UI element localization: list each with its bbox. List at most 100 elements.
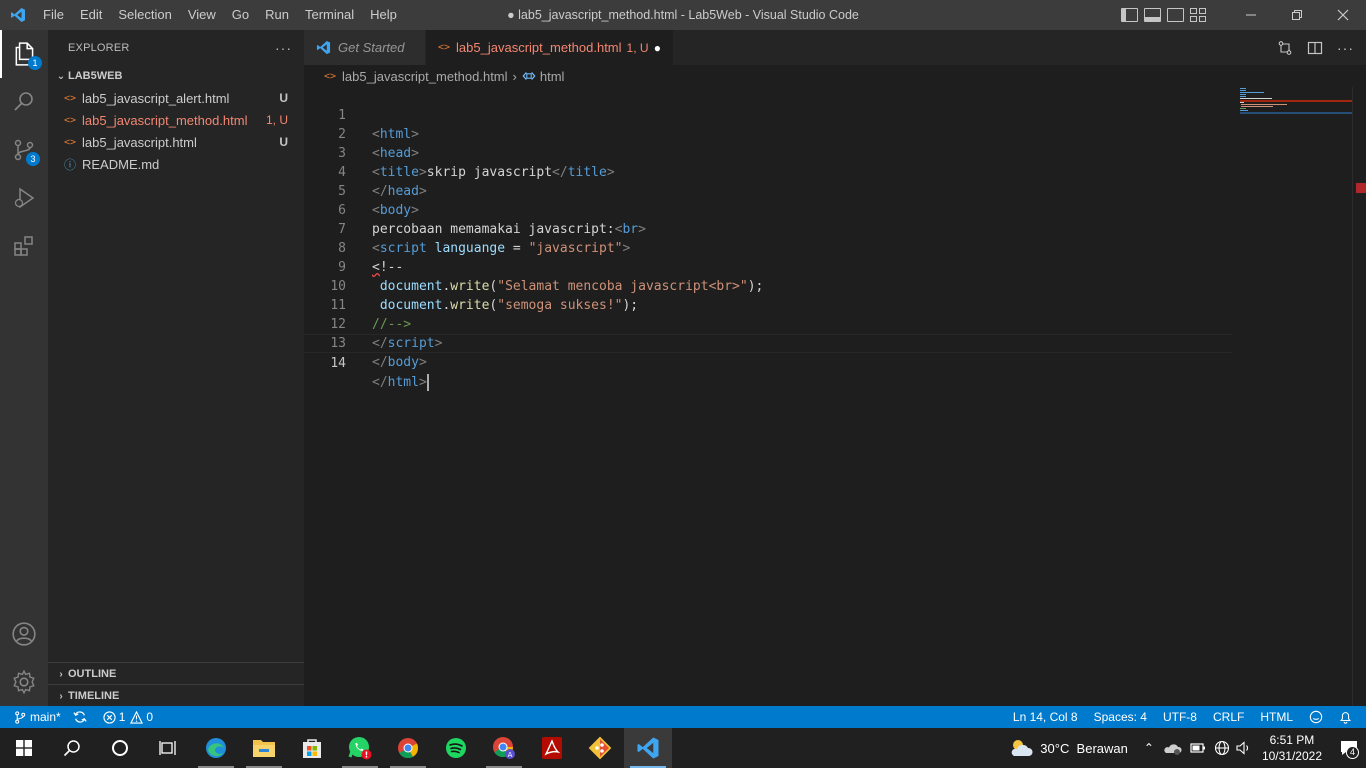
branch-indicator[interactable]: main* — [0, 706, 67, 728]
weather-text[interactable]: 30°C Berawan — [1040, 741, 1128, 756]
source-control-activity[interactable]: 3 — [0, 126, 48, 174]
file-item-method[interactable]: <> lab5_javascript_method.html 1, U — [48, 109, 304, 131]
feedback-button[interactable] — [1301, 706, 1331, 728]
sync-button[interactable] — [67, 706, 93, 728]
tab-method-file[interactable]: <> lab5_javascript_method.html 1, U ● — [426, 30, 674, 65]
code-line: 4 </head> — [304, 144, 1232, 199]
menu-view[interactable]: View — [180, 0, 224, 30]
more-actions-icon[interactable]: ··· — [275, 40, 292, 56]
tab-get-started[interactable]: Get Started — [304, 30, 426, 65]
file-item-javascript[interactable]: <> lab5_javascript.html U — [48, 131, 304, 153]
open-changes-icon[interactable] — [1277, 40, 1293, 56]
menu-selection[interactable]: Selection — [110, 0, 179, 30]
search-activity[interactable] — [0, 78, 48, 126]
end-of-line[interactable]: CRLF — [1205, 706, 1252, 728]
onedrive-icon[interactable] — [1164, 741, 1182, 755]
outline-section[interactable]: › OUTLINE — [48, 662, 304, 685]
manage-activity[interactable] — [0, 658, 48, 706]
activity-bar: 1 3 — [0, 30, 48, 706]
code-editor[interactable]: 1 <html> 2 <head> 3 <title>skrip javascr… — [304, 87, 1366, 706]
store-taskbar-app[interactable] — [288, 728, 336, 768]
gear-icon — [13, 669, 35, 695]
search-icon — [14, 92, 33, 111]
restore-button[interactable] — [1274, 0, 1320, 30]
notification-count: 4 — [1346, 746, 1359, 759]
minimize-button[interactable] — [1228, 0, 1274, 30]
toggle-primary-sidebar-icon[interactable] — [1121, 8, 1138, 22]
network-icon[interactable] — [1214, 740, 1230, 756]
notifications-button[interactable] — [1331, 706, 1366, 728]
split-editor-icon[interactable] — [1307, 40, 1323, 56]
breadcrumb-separator: › — [512, 68, 517, 84]
timeline-title: TIMELINE — [68, 690, 120, 702]
file-explorer-taskbar-app[interactable] — [240, 728, 288, 768]
svg-text:A: A — [508, 751, 513, 759]
vertical-scrollbar[interactable] — [1352, 87, 1366, 706]
windows-taskbar: ! A 30°C Berawan ⌃ 6:51 PM 10/31/2022 4 — [0, 728, 1366, 768]
extensions-activity[interactable] — [0, 222, 48, 270]
language-mode[interactable]: HTML — [1252, 706, 1301, 728]
clock-time: 6:51 PM — [1269, 733, 1315, 747]
file-name: lab5_javascript_alert.html — [82, 90, 230, 106]
start-button[interactable] — [0, 728, 48, 768]
minimap[interactable] — [1240, 87, 1352, 127]
file-item-readme[interactable]: ⓘ README.md — [48, 153, 304, 175]
status-bar: main* 1 0 Ln 14, Col 8 Spaces: 4 UTF-8 C… — [0, 706, 1366, 728]
clock[interactable]: 6:51 PM 10/31/2022 — [1262, 732, 1322, 764]
problems-indicator[interactable]: 1 0 — [97, 706, 159, 728]
indentation[interactable]: Spaces: 4 — [1086, 706, 1155, 728]
extensions-icon — [14, 236, 33, 256]
close-window-button[interactable] — [1320, 0, 1366, 30]
chevron-up-icon[interactable]: ⌃ — [1144, 741, 1154, 755]
info-file-icon: ⓘ — [64, 157, 77, 172]
git-branch-icon — [15, 710, 26, 724]
task-view-button[interactable] — [144, 728, 192, 768]
taskbar-search-button[interactable] — [48, 728, 96, 768]
editor-tabs: Get Started <> lab5_javascript_method.ht… — [304, 30, 1366, 65]
toggle-secondary-sidebar-icon[interactable] — [1167, 8, 1184, 22]
file-item-alert[interactable]: <> lab5_javascript_alert.html U — [48, 87, 304, 109]
warning-count: 0 — [146, 710, 154, 724]
cortana-button[interactable] — [96, 728, 144, 768]
folder-header[interactable]: ⌄ LAB5WEB — [48, 65, 304, 87]
account-icon — [12, 622, 36, 646]
chrome-profile-taskbar-app[interactable]: A — [480, 728, 528, 768]
tab-label: Get Started — [338, 40, 405, 55]
tab-label: lab5_javascript_method.html — [456, 40, 622, 55]
spotify-taskbar-app[interactable] — [432, 728, 480, 768]
acrobat-taskbar-app[interactable] — [528, 728, 576, 768]
run-debug-activity[interactable] — [0, 174, 48, 222]
unsaved-dot-icon[interactable]: ● — [654, 41, 661, 55]
chevron-down-icon: ⌄ — [56, 70, 66, 82]
menu-edit[interactable]: Edit — [72, 0, 110, 30]
explorer-activity[interactable]: 1 — [0, 30, 48, 78]
breadcrumb-symbol[interactable]: html — [540, 69, 565, 84]
vscode-taskbar-app[interactable] — [624, 728, 672, 768]
edge-taskbar-app[interactable] — [192, 728, 240, 768]
encoding[interactable]: UTF-8 — [1155, 706, 1205, 728]
layout-controls — [1121, 0, 1206, 30]
menu-terminal[interactable]: Terminal — [297, 0, 362, 30]
volume-icon[interactable] — [1236, 741, 1252, 755]
menu-help[interactable]: Help — [362, 0, 405, 30]
toggle-panel-icon[interactable] — [1144, 8, 1161, 22]
customize-layout-icon[interactable] — [1190, 8, 1206, 22]
timeline-section[interactable]: › TIMELINE — [48, 684, 304, 707]
bell-icon — [1340, 712, 1351, 724]
menu-run[interactable]: Run — [257, 0, 297, 30]
cursor-position[interactable]: Ln 14, Col 8 — [1005, 706, 1086, 728]
code-line: 12 </script> — [304, 296, 1232, 351]
breadcrumb-file[interactable]: lab5_javascript_method.html — [342, 69, 507, 84]
file-name: lab5_javascript.html — [82, 134, 197, 150]
chrome-icon — [398, 738, 419, 759]
menu-file[interactable]: File — [35, 0, 72, 30]
whatsapp-taskbar-app[interactable]: ! — [336, 728, 384, 768]
more-actions-icon[interactable]: ··· — [1337, 40, 1354, 56]
chrome-taskbar-app[interactable] — [384, 728, 432, 768]
gitkraken-taskbar-app[interactable] — [576, 728, 624, 768]
menu-go[interactable]: Go — [224, 0, 257, 30]
battery-icon[interactable] — [1190, 742, 1206, 754]
action-center-button[interactable]: 4 — [1332, 728, 1366, 768]
accounts-activity[interactable] — [0, 610, 48, 658]
system-tray: 30°C Berawan ⌃ 6:51 PM 10/31/2022 4 — [1008, 728, 1366, 768]
